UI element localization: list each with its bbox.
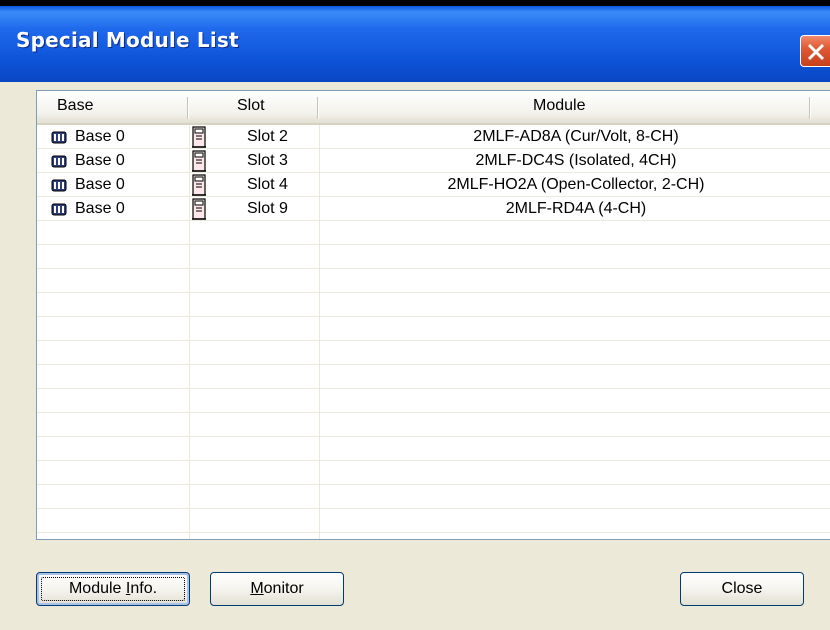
empty-row[interactable] [37, 221, 830, 245]
cell-base: Base 0 [75, 200, 125, 217]
empty-row[interactable] [37, 317, 830, 341]
base-rack-icon [51, 155, 67, 168]
label-accel: M [250, 580, 264, 597]
empty-row[interactable] [37, 365, 830, 389]
empty-row[interactable] [37, 245, 830, 269]
slot-module-icon [192, 198, 206, 220]
cell-slot: Slot 4 [247, 176, 288, 193]
cell-base: Base 0 [75, 152, 125, 169]
monitor-button[interactable]: Monitor [210, 572, 344, 606]
column-header-module[interactable]: Module [533, 91, 585, 123]
close-button[interactable]: Close [680, 572, 804, 606]
column-header-slot[interactable]: Slot [237, 91, 265, 123]
column-divider[interactable] [317, 97, 319, 119]
title-bar[interactable]: Special Module List [0, 6, 830, 82]
column-divider[interactable] [809, 97, 811, 119]
special-module-list-dialog: Special Module List Base Slot Module Bas… [0, 0, 830, 630]
cell-module: 2MLF-HO2A (Open-Collector, 2-CH) [447, 176, 705, 193]
cell-module: 2MLF-AD8A (Cur/Volt, 8-CH) [473, 128, 679, 145]
list-header: Base Slot Module [37, 91, 830, 125]
list-rows: Base 0 Slot 2 2MLF-AD8A (Cur/Volt, 8-CH) Ba… [37, 125, 830, 533]
label-part: onitor [263, 580, 304, 597]
empty-row[interactable] [37, 485, 830, 509]
column-divider[interactable] [187, 97, 189, 119]
empty-row[interactable] [37, 437, 830, 461]
slot-module-icon [192, 150, 206, 172]
module-list[interactable]: Base Slot Module Base 0 Slot 2 2MLF-AD8A (… [36, 90, 830, 540]
close-icon[interactable] [800, 35, 830, 67]
cell-slot: Slot 2 [247, 128, 288, 145]
empty-row[interactable] [37, 509, 830, 533]
table-row[interactable]: Base 0 Slot 2 2MLF-AD8A (Cur/Volt, 8-CH) [37, 125, 830, 149]
cell-slot: Slot 9 [247, 200, 288, 217]
module-info-button[interactable]: Module Info. [36, 572, 190, 606]
base-rack-icon [51, 131, 67, 144]
base-rack-icon [51, 203, 67, 216]
table-row[interactable]: Base 0 Slot 9 2MLF-RD4A (4-CH) [37, 197, 830, 221]
base-rack-icon [51, 179, 67, 192]
empty-row[interactable] [37, 461, 830, 485]
column-header-base[interactable]: Base [57, 91, 93, 123]
table-row[interactable]: Base 0 Slot 4 2MLF-HO2A (Open-Collector, 2… [37, 173, 830, 197]
empty-row[interactable] [37, 269, 830, 293]
cell-base: Base 0 [75, 176, 125, 193]
table-row[interactable]: Base 0 Slot 3 2MLF-DC4S (Isolated, 4CH) [37, 149, 830, 173]
slot-module-icon [192, 126, 206, 148]
cell-slot: Slot 3 [247, 152, 288, 169]
close-icon-glyph [807, 43, 825, 61]
empty-row[interactable] [37, 293, 830, 317]
window-title: Special Module List [16, 28, 239, 52]
monitor-label: Monitor [250, 580, 303, 597]
cell-module: 2MLF-DC4S (Isolated, 4CH) [475, 152, 677, 169]
focus-rect [41, 577, 185, 601]
cell-base: Base 0 [75, 128, 125, 145]
empty-row[interactable] [37, 389, 830, 413]
slot-module-icon [192, 174, 206, 196]
empty-row[interactable] [37, 341, 830, 365]
cell-module: 2MLF-RD4A (4-CH) [505, 200, 647, 217]
empty-row[interactable] [37, 413, 830, 437]
